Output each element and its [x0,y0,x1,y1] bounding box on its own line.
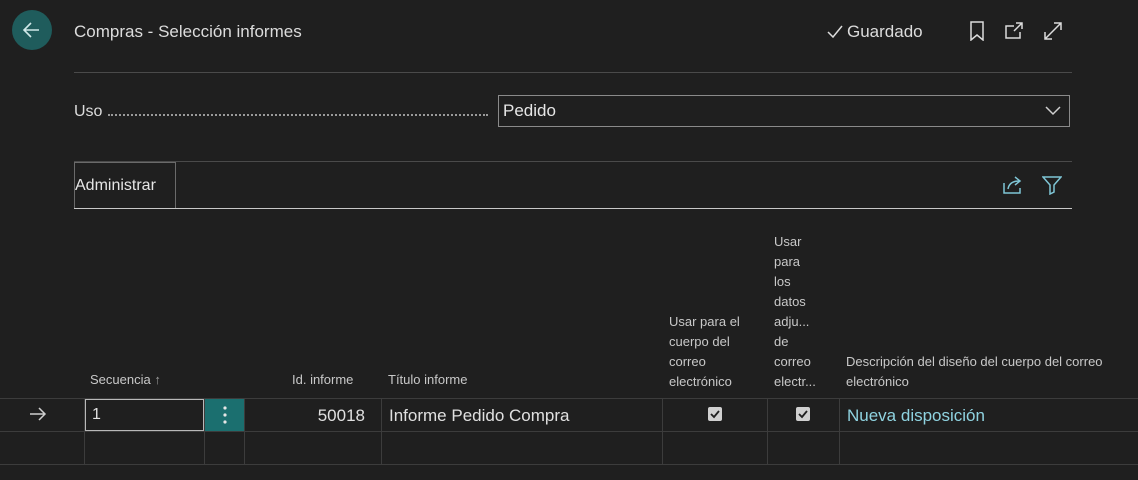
bookmark-button[interactable] [966,20,988,42]
open-new-window-icon [1005,22,1023,39]
col-header-email-body[interactable]: Usar para el cuerpo del correo electróni… [669,312,740,392]
email-attachment-checkbox[interactable] [796,407,810,421]
share-button[interactable] [1002,174,1024,196]
header-divider [74,72,1072,73]
report-id-cell: 50018 [317,406,365,425]
col-header-report-title[interactable]: Título informe [388,370,467,390]
share-icon [1003,176,1022,194]
uso-select-value: Pedido [503,101,556,120]
col-header-sequence[interactable]: Secuencia ↑ [90,370,161,390]
checkbox-checked-icon [710,410,720,419]
saved-label: Guardado [847,22,923,41]
bookmark-icon [970,21,984,41]
back-arrow-icon [22,22,39,38]
open-new-window-button[interactable] [1003,20,1025,42]
back-button[interactable] [12,10,52,50]
section-divider [74,161,1072,162]
saved-status: Guardado [826,22,923,42]
sort-ascending-icon: ↑ [154,372,161,387]
tab-administrar[interactable]: Administrar [74,162,176,208]
table-row-empty[interactable] [0,432,1138,464]
col-header-email-attachment[interactable]: Usar para los datos adju... de correo el… [774,232,816,392]
checkmark-icon [827,25,843,39]
expand-button[interactable] [1042,20,1064,42]
col-header-report-id[interactable]: Id. informe [292,370,353,390]
chevron-down-icon [1045,106,1061,116]
filter-button[interactable] [1041,174,1063,196]
checkbox-checked-icon [798,410,808,419]
field-leader-dots [108,114,488,116]
uso-label: Uso [74,103,103,120]
row-actions-button[interactable] [205,399,244,431]
more-options-icon [222,406,227,424]
sequence-input[interactable]: 1 [85,399,204,431]
email-body-checkbox[interactable] [708,407,722,421]
layout-description-link[interactable]: Nueva disposición [847,406,985,426]
expand-icon [1044,22,1062,40]
row-arrow-icon [29,406,47,427]
page-title: Compras - Selección informes [74,22,302,41]
report-title-cell: Informe Pedido Compra [389,406,570,425]
action-bar-underline [74,208,1072,209]
col-header-layout-description[interactable]: Descripción del diseño del cuerpo del co… [846,352,1103,392]
row-divider [0,464,1138,465]
filter-icon [1042,176,1062,195]
uso-select[interactable]: Pedido [498,95,1070,127]
